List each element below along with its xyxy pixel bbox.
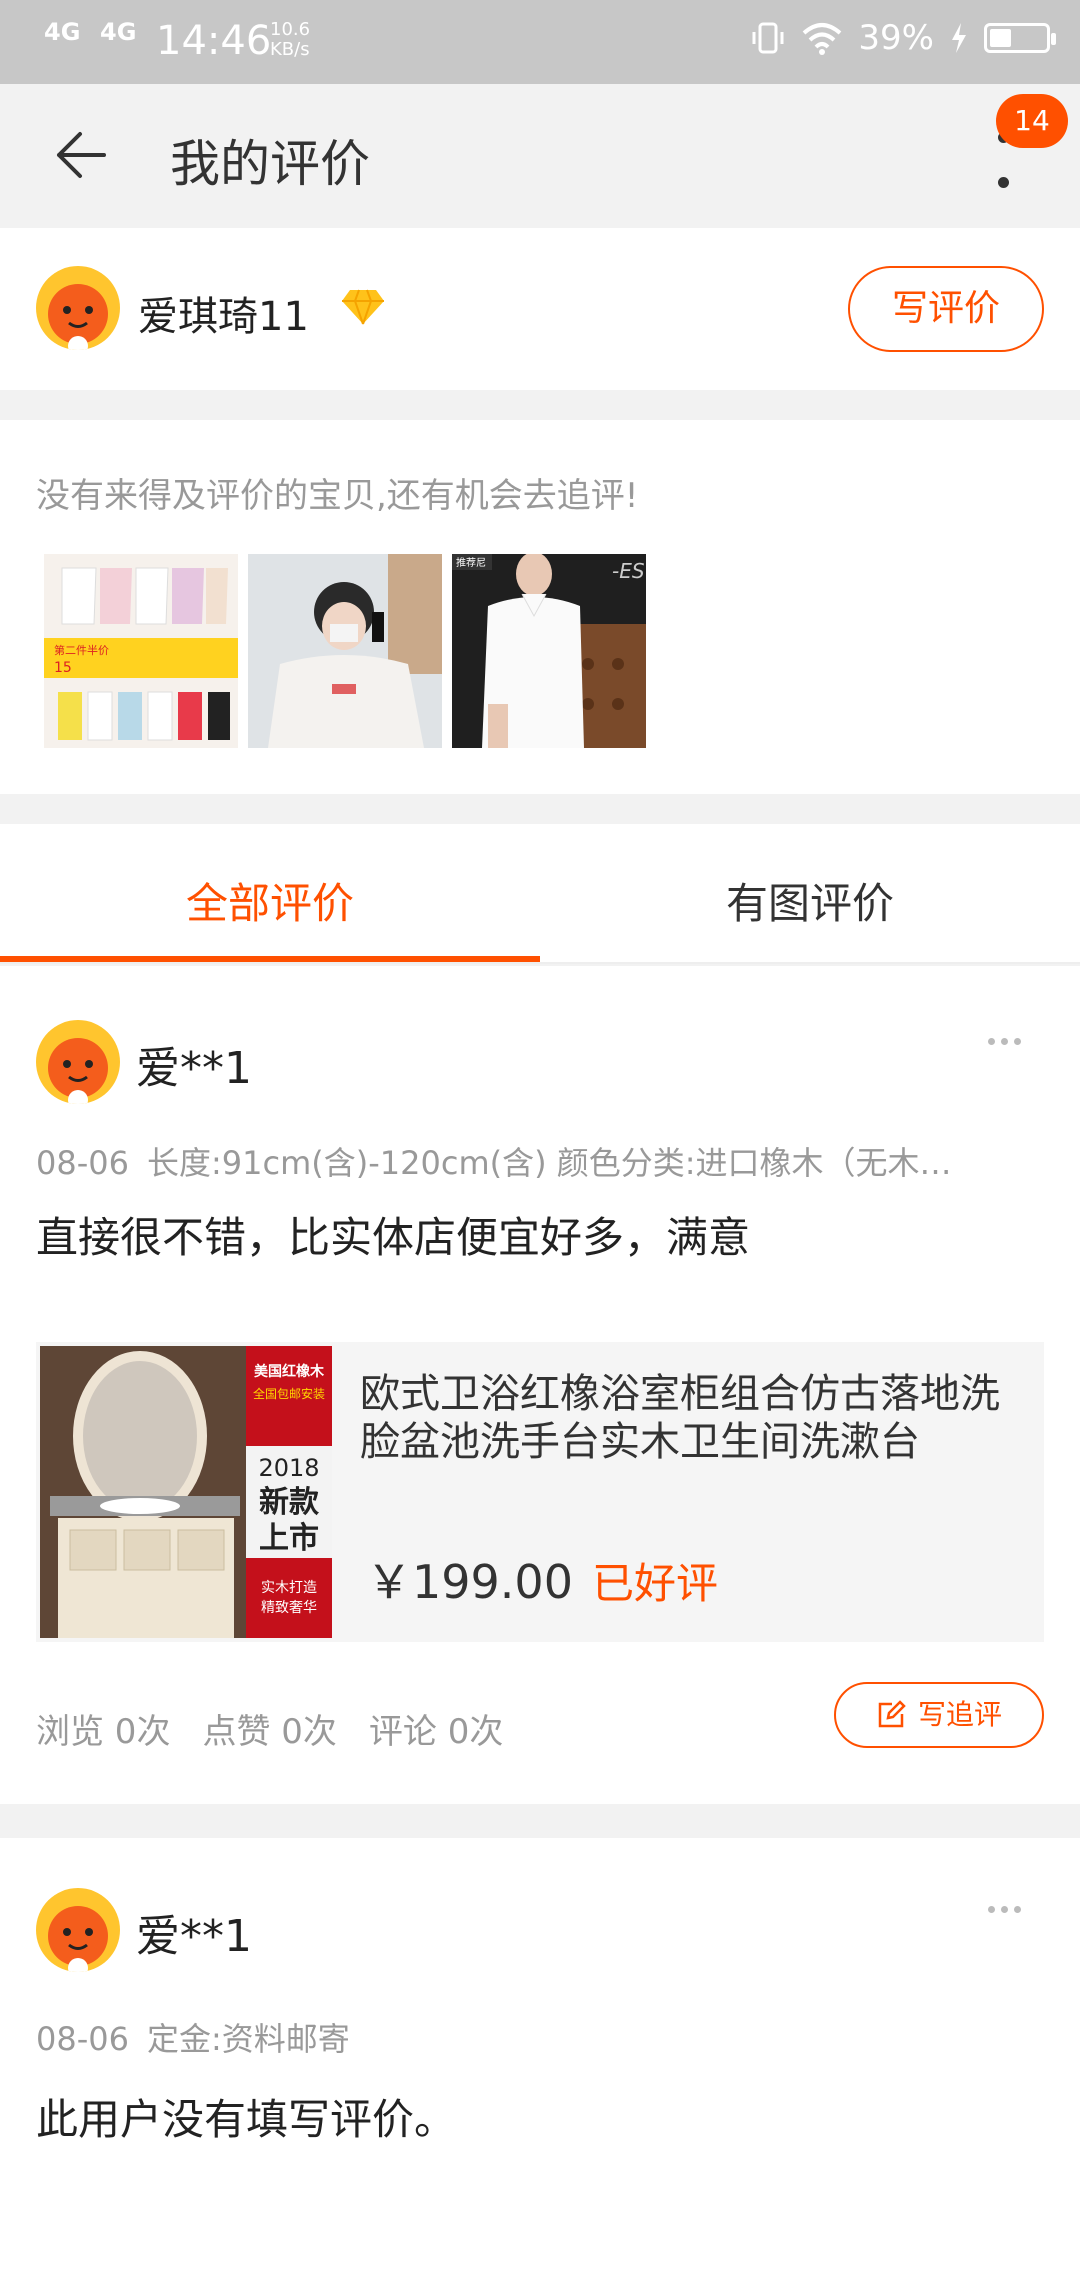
review-more-icon[interactable] [988,1906,1021,1913]
review-meta: 08-06 定金:资料邮寄 [36,2014,1046,2060]
thumb-corner-text: -ES [612,559,645,583]
avatar[interactable] [36,266,120,350]
product-image-foot2: 精致奢华 [261,1600,317,1616]
network-speed: 10.6 KB/s [270,19,311,60]
status-icons: 39% [750,18,1056,58]
review-content: 直接很不错，比实体店便宜好多，满意 [36,1213,751,1262]
review-status: 已好评 [592,1559,719,1608]
signal-4g-icon: 4G [100,18,137,46]
signal-4g-icon: 4G [44,18,81,46]
charging-icon [952,23,966,53]
nav-bar: 我的评价 14 [0,84,1080,228]
vibrate-icon [752,22,784,54]
pending-item-socks[interactable]: 第二件半价 15 [44,554,238,748]
thumb-promo-text: 第二件半价 [54,643,109,657]
write-review-button[interactable]: 写评价 [848,266,1044,352]
product-card[interactable]: 美国红橡木 全国包邮安装 2018 新款 上市 实木打造 精致奢华 欧式卫浴红橡… [36,1342,1044,1642]
wifi-icon [803,23,842,55]
pending-review-section: 没有来得及评价的宝贝,还有机会去追评! 第二件半价 15 推荐尼 -ES [0,420,1080,794]
review-card: 爱**1 08-06 定金:资料邮寄 此用户没有填写评价。 [0,1838,1080,2280]
product-image: 美国红橡木 全国包邮安装 2018 新款 上市 实木打造 精致奢华 [40,1346,332,1638]
battery-fill [990,29,1011,47]
review-tabs: 全部评价 有图评价 [0,824,1080,964]
tab-all-reviews[interactable]: 全部评价 [0,870,540,931]
product-price: ￥199.00 [366,1555,573,1609]
product-image-foot1: 实木打造 [261,1579,317,1596]
review-card: 爱**1 08-06 长度:91cm(含)-120cm(含) 颜色分类:进口橡木（… [0,966,1080,1804]
view-count: 浏览 0次 [36,1712,171,1752]
pending-item-tshirt-white[interactable] [248,554,442,748]
product-image-banner: 美国红橡木 [254,1363,325,1380]
review-spec: 长度:91cm(含)-120cm(含) 颜色分类:进口橡木（无木… [146,1144,952,1182]
review-meta: 08-06 长度:91cm(含)-120cm(含) 颜色分类:进口橡木（无木… [36,1138,1046,1184]
active-tab-indicator [0,956,540,962]
review-date: 08-06 [36,1144,129,1182]
avatar[interactable] [36,1020,120,1104]
write-followup-button[interactable]: 写追评 [834,1682,1044,1748]
review-more-icon[interactable] [988,1038,1021,1045]
notification-badge: 14 [996,94,1068,148]
avatar[interactable] [36,1888,120,1972]
write-followup-label: 写追评 [917,1698,1002,1731]
review-date: 08-06 [36,2020,129,2058]
user-header: 爱琪琦11 写评价 [0,228,1080,390]
comment-count: 评论 0次 [368,1712,504,1752]
tab-photo-reviews[interactable]: 有图评价 [540,870,1080,931]
product-image-line2: 上市 [259,1521,319,1556]
edit-icon [878,1700,906,1728]
pending-item-polo-white[interactable]: 推荐尼 -ES [452,554,646,748]
like-count: 点赞 0次 [202,1712,337,1752]
review-content: 此用户没有填写评价。 [36,2095,457,2144]
pending-hint: 没有来得及评价的宝贝,还有机会去追评! [36,476,639,516]
product-image-banner2: 全国包邮安装 [253,1386,325,1401]
status-bar: 4G 4G 14:46 10.6 KB/s 39% [0,0,1080,84]
product-title: 欧式卫浴红橡浴室柜组合仿古落地洗脸盆池洗手台实木卫生间洗漱台 [360,1371,1000,1465]
user-name: 爱琪琦11 [138,294,309,340]
reviewer-name: 爱**1 [136,1043,252,1094]
diamond-vip-icon [342,289,384,325]
review-spec: 定金:资料邮寄 [146,2020,350,2058]
review-stats: 浏览 0次 点赞 0次 评论 0次 [36,1704,503,1753]
battery-percent: 39% [858,18,934,58]
product-image-line1: 新款 [259,1485,320,1520]
thumb-brand-text: 推荐尼 [456,556,486,569]
pending-thumbnails: 第二件半价 15 推荐尼 -ES [44,554,646,748]
clock: 14:46 [156,18,272,64]
thumb-count-text: 15 [54,660,72,676]
page-title: 我的评价 [170,135,370,193]
battery-icon [984,23,1056,53]
product-image-year: 2018 [258,1454,319,1482]
reviewer-name: 爱**1 [136,1911,252,1962]
back-arrow-icon[interactable] [54,130,108,180]
